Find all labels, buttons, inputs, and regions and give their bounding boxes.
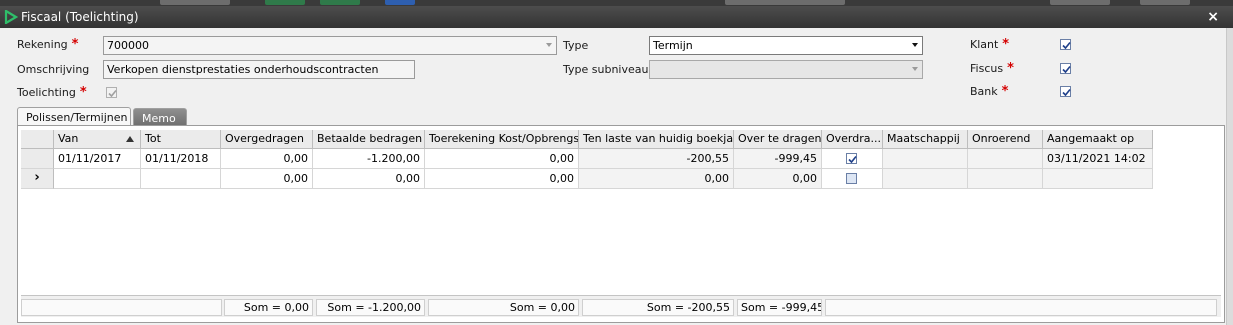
bank-label: Bank *	[970, 84, 1009, 99]
tab-memo[interactable]: Memo	[133, 108, 187, 126]
rekening-input[interactable]: 700000	[103, 36, 557, 55]
cell-aangemaakt-op: 03/11/2021 14:02	[1043, 149, 1153, 169]
checkmark-icon	[1062, 65, 1071, 74]
cell-overdracht[interactable]	[822, 149, 883, 169]
overdracht-checkbox[interactable]	[846, 173, 857, 184]
column-header-overgedragen[interactable]: Overgedragen	[221, 130, 313, 149]
cell-overgedragen[interactable]: 0,00	[221, 149, 313, 169]
dialog-title: Fiscaal (Toelichting)	[21, 10, 139, 24]
total-toerekening: Som = 0,00	[428, 299, 579, 316]
total-overgedragen: Som = 0,00	[224, 299, 313, 316]
footer-empty-cell	[825, 299, 1217, 316]
column-header-maatschappij[interactable]: Maatschappij	[883, 130, 968, 149]
checkmark-icon	[848, 155, 857, 164]
fiscus-checkbox[interactable]	[1060, 63, 1071, 74]
footer-empty-cell	[21, 299, 222, 316]
fiscaal-dialog: Fiscaal (Toelichting) × Rekening * 700000…	[0, 6, 1233, 325]
cell-toerekening[interactable]: 0,00	[425, 149, 579, 169]
termijnen-grid: Van Tot Overgedragen Betaalde bedragen T…	[17, 125, 1225, 323]
omschrijving-label: Omschrijving	[17, 63, 90, 76]
title-bar[interactable]: Fiscaal (Toelichting) ×	[0, 6, 1233, 28]
column-header-onroerend[interactable]: Onroerend	[968, 130, 1043, 149]
cell-over-te-dragen: -999,45	[734, 149, 822, 169]
column-header-betaalde-bedragen[interactable]: Betaalde bedragen	[313, 130, 425, 149]
checkmark-icon	[1062, 41, 1071, 50]
type-dropdown-icon[interactable]	[912, 43, 918, 47]
type-subniveau-select[interactable]	[649, 60, 923, 79]
klant-checkbox[interactable]	[1060, 39, 1071, 50]
cell-tot[interactable]	[141, 169, 221, 189]
overdracht-checkbox[interactable]	[846, 153, 857, 164]
omschrijving-input[interactable]: Verkopen dienstprestaties onderhoudscont…	[103, 60, 415, 79]
checkmark-icon	[108, 89, 117, 98]
column-header-overdracht[interactable]: Overdra...	[822, 130, 883, 149]
rekening-dropdown-icon[interactable]	[546, 43, 552, 47]
type-label: Type	[563, 39, 589, 52]
total-over-te-dragen: Som = -999,45	[737, 299, 822, 316]
cell-maatschappij[interactable]	[883, 149, 968, 169]
cell-tot[interactable]: 01/11/2018	[141, 149, 221, 169]
new-row-indicator-icon[interactable]: ›	[21, 169, 54, 189]
vertical-scrollbar[interactable]	[1226, 28, 1233, 325]
fiscus-label: Fiscus *	[970, 61, 1014, 76]
column-header-van[interactable]: Van	[54, 130, 141, 149]
cell-toerekening[interactable]: 0,00	[425, 169, 579, 189]
type-subniveau-dropdown-icon[interactable]	[912, 67, 918, 71]
column-header-over-te-dragen[interactable]: Over te dragen	[734, 130, 822, 149]
column-header-ten-laste[interactable]: Ten laste van huidig boekjaar	[579, 130, 734, 149]
row-header-corner	[21, 130, 54, 149]
klant-label: Klant *	[970, 37, 1010, 52]
cell-ten-laste: -200,55	[579, 149, 734, 169]
cell-betaalde-bedragen[interactable]: 0,00	[313, 169, 425, 189]
rekening-label: Rekening *	[17, 37, 79, 52]
type-select[interactable]: Termijn	[649, 36, 923, 55]
total-betaalde-bedragen: Som = -1.200,00	[316, 299, 425, 316]
type-subniveau-label: Type subniveau	[563, 63, 649, 76]
cell-onroerend[interactable]	[968, 149, 1043, 169]
cell-maatschappij[interactable]	[883, 169, 968, 189]
row-selector[interactable]	[21, 149, 54, 169]
cell-overdracht[interactable]	[822, 169, 883, 189]
toelichting-label: Toelichting *	[17, 85, 87, 100]
checkmark-icon	[1062, 88, 1071, 97]
cell-aangemaakt-op	[1043, 169, 1153, 189]
cell-betaalde-bedragen[interactable]: -1.200,00	[313, 149, 425, 169]
column-header-tot[interactable]: Tot	[141, 130, 221, 149]
cell-ten-laste: 0,00	[579, 169, 734, 189]
column-header-aangemaakt-op[interactable]: Aangemaakt op	[1043, 130, 1153, 149]
cell-van[interactable]: 01/11/2017	[54, 149, 141, 169]
app-logo-icon	[4, 10, 18, 24]
grid-footer-totals: Som = 0,00 Som = -1.200,00 Som = 0,00 So…	[21, 295, 1221, 317]
cell-over-te-dragen: 0,00	[734, 169, 822, 189]
toelichting-checkbox[interactable]	[106, 87, 117, 98]
tab-polissen-termijnen[interactable]: Polissen/Termijnen	[17, 107, 131, 126]
cell-onroerend[interactable]	[968, 169, 1043, 189]
cell-van[interactable]	[54, 169, 141, 189]
sort-ascending-icon	[126, 136, 134, 142]
bank-checkbox[interactable]	[1060, 86, 1071, 97]
cell-overgedragen[interactable]: 0,00	[221, 169, 313, 189]
column-header-toerekening[interactable]: Toerekening Kost/Opbrengst	[425, 130, 579, 149]
close-icon[interactable]: ×	[1207, 9, 1219, 25]
total-ten-laste: Som = -200,55	[582, 299, 734, 316]
